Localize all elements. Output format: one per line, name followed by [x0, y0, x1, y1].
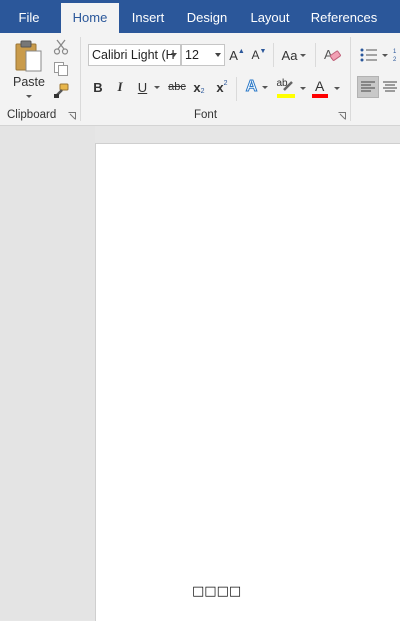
- tab-references[interactable]: References: [305, 0, 383, 33]
- tab-home[interactable]: Home: [61, 3, 119, 33]
- divider: [236, 77, 237, 101]
- change-case-button[interactable]: Aa: [279, 46, 309, 64]
- underline-button[interactable]: U: [134, 78, 164, 96]
- document-page[interactable]: □□□□: [95, 143, 400, 621]
- group-divider: [350, 37, 351, 121]
- bold-button[interactable]: B: [91, 78, 105, 96]
- superscript-button[interactable]: x2: [213, 78, 231, 96]
- tab-file[interactable]: File: [6, 0, 52, 33]
- shrink-arrow-icon: ▼: [259, 47, 267, 55]
- clipboard-group-label: Clipboard: [7, 109, 57, 121]
- subscript-mark: 2: [200, 88, 205, 95]
- cut-button[interactable]: [52, 39, 70, 55]
- font-color-button[interactable]: A: [310, 77, 342, 99]
- ribbon-tab-bar: File Home Insert Design Layout Reference…: [0, 0, 400, 33]
- ribbon: Paste Clipboard Calibri Light (H 12 A ▲ …: [0, 33, 400, 126]
- font-size-combo[interactable]: 12: [181, 44, 225, 66]
- numbered-list-icon: 1 2: [393, 49, 397, 63]
- italic-button[interactable]: I: [113, 78, 127, 96]
- copy-button[interactable]: [52, 61, 70, 77]
- underline-label: U: [137, 79, 148, 95]
- strikethrough-label: abc: [168, 81, 186, 93]
- subscript-label: x: [193, 79, 201, 95]
- dialog-launcher-icon[interactable]: [68, 112, 76, 120]
- chevron-down-icon: [26, 95, 32, 98]
- font-size-value: 12: [185, 48, 199, 62]
- chevron-down-icon: [300, 53, 307, 57]
- numbering-button[interactable]: 1 2: [393, 45, 400, 65]
- align-left-button[interactable]: [357, 76, 379, 98]
- paintbrush-icon: [54, 83, 69, 98]
- chevron-down-icon: [262, 85, 269, 89]
- chevron-down-icon: [382, 53, 388, 57]
- text-effects-button[interactable]: A: [243, 77, 271, 97]
- tab-layout[interactable]: Layout: [242, 0, 298, 33]
- highlight-color-bar: [276, 94, 295, 98]
- grow-font-button[interactable]: A ▲: [229, 46, 245, 64]
- font-color-bar: [312, 94, 328, 98]
- font-color-label: A: [315, 78, 325, 94]
- highlight-button[interactable]: ab: [275, 77, 307, 99]
- group-divider: [80, 37, 81, 121]
- chevron-down-icon: [334, 86, 340, 90]
- grow-arrow-icon: ▲: [237, 47, 245, 55]
- font-group-label: Font: [194, 109, 218, 121]
- paste-button[interactable]: Paste: [8, 39, 50, 105]
- divider: [315, 43, 316, 67]
- align-left-icon: [361, 81, 375, 92]
- strikethrough-button[interactable]: abc: [166, 78, 188, 96]
- paste-icon: [15, 40, 42, 72]
- highlighter-icon: ab: [276, 78, 295, 98]
- align-center-button[interactable]: [383, 76, 400, 98]
- navigation-margin: [0, 126, 95, 620]
- svg-text:2: 2: [393, 57, 397, 63]
- bullet-list-icon: [360, 48, 377, 62]
- divider: [273, 43, 274, 67]
- align-center-icon: [383, 81, 397, 92]
- dialog-launcher-icon[interactable]: [338, 112, 346, 120]
- eraser-icon: A: [324, 47, 341, 62]
- font-name-value: Calibri Light (H: [92, 48, 175, 62]
- chevron-down-icon: [154, 85, 161, 89]
- svg-text:1: 1: [393, 49, 397, 55]
- bullets-button[interactable]: [358, 45, 390, 65]
- pen-icon: [282, 81, 293, 91]
- text-effects-icon: A: [245, 78, 258, 96]
- clear-formatting-button[interactable]: A: [322, 45, 342, 65]
- superscript-label: x: [216, 79, 224, 95]
- scissors-icon: [53, 39, 69, 55]
- shrink-font-button[interactable]: A ▼: [251, 46, 267, 64]
- superscript-mark: 2: [223, 79, 228, 87]
- tab-design[interactable]: Design: [180, 0, 234, 33]
- chevron-down-icon: [171, 53, 177, 57]
- subscript-button[interactable]: x2: [190, 78, 208, 96]
- grow-font-icon: A: [229, 47, 238, 63]
- chevron-down-icon: [299, 86, 306, 90]
- font-color-icon: A: [312, 78, 328, 98]
- tab-insert[interactable]: Insert: [122, 0, 174, 33]
- copy-icon: [54, 62, 68, 76]
- document-text[interactable]: □□□□: [192, 584, 241, 599]
- paste-label: Paste: [13, 75, 45, 89]
- chevron-down-icon: [215, 53, 221, 57]
- change-case-label: Aa: [281, 47, 298, 63]
- shrink-font-icon: A: [251, 48, 260, 62]
- format-painter-button[interactable]: [52, 83, 70, 99]
- font-name-combo[interactable]: Calibri Light (H: [88, 44, 181, 66]
